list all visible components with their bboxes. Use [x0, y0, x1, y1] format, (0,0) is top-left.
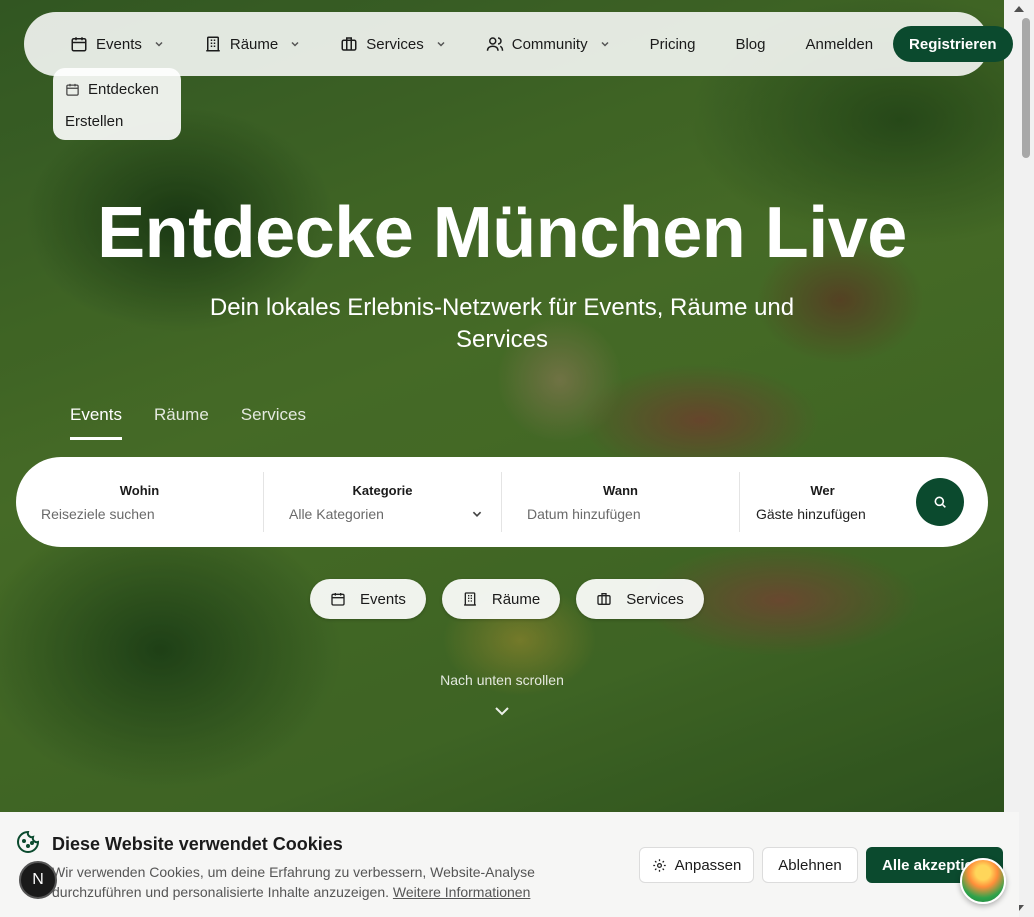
cookie-title: Diese Website verwendet Cookies — [52, 834, 343, 854]
dropdown-item-discover[interactable]: Entdecken — [65, 78, 169, 100]
assistant-avatar[interactable] — [960, 858, 1006, 904]
guests-input[interactable]: Gäste hinzufügen — [756, 506, 914, 522]
register-button[interactable]: Registrieren — [893, 26, 1013, 62]
chevron-down-icon — [291, 41, 299, 47]
gear-icon — [652, 858, 666, 872]
main-navbar: Events Räume Services Community Pricing … — [24, 12, 1013, 76]
when-field[interactable]: Wann Datum hinzufügen — [502, 472, 740, 532]
category-select[interactable]: Alle Kategorien — [289, 506, 501, 522]
category-value: Alle Kategorien — [289, 505, 384, 522]
nav-rooms[interactable]: Räume — [204, 35, 300, 53]
events-dropdown-menu: Entdecken Erstellen — [53, 68, 181, 140]
hero-subtitle: Dein lokales Erlebnis-Netzwerk für Event… — [209, 294, 795, 353]
more-info-link[interactable]: Weitere Informationen — [393, 884, 530, 900]
pill-events-label: Events — [360, 590, 406, 608]
pill-services-label: Services — [626, 590, 684, 608]
cookie-banner: Diese Website verwendet Cookies Wir verw… — [0, 812, 1019, 917]
search-button[interactable] — [916, 478, 964, 526]
category-pills: Events Räume Services — [310, 579, 704, 619]
chevron-down-icon — [601, 41, 609, 47]
nav-blog-link[interactable]: Blog — [735, 36, 765, 53]
calendar-icon — [331, 593, 345, 606]
dropdown-item-create[interactable]: Erstellen — [65, 110, 169, 132]
category-label: Kategorie — [352, 482, 413, 498]
nav-community[interactable]: Community — [486, 35, 610, 53]
who-label: Wer — [810, 482, 835, 498]
date-input[interactable]: Datum hinzufügen — [527, 506, 739, 522]
n-badge[interactable]: N — [19, 861, 57, 899]
dropdown-item-create-label: Erstellen — [65, 112, 124, 130]
briefcase-icon — [597, 593, 611, 605]
category-field[interactable]: Kategorie Alle Kategorien — [264, 472, 502, 532]
scroll-down-hint[interactable]: Nach unten scrollen — [0, 672, 1004, 688]
pill-rooms[interactable]: Räume — [441, 579, 561, 619]
chevron-down-icon — [155, 41, 163, 47]
chevron-down-icon[interactable] — [494, 704, 510, 718]
where-field[interactable]: Wohin Reiseziele suchen — [16, 472, 264, 532]
scroll-up-arrow[interactable] — [1014, 6, 1024, 12]
login-link[interactable]: Anmelden — [806, 36, 874, 53]
nav-events[interactable]: Events — [70, 35, 164, 53]
nav-pricing-link[interactable]: Pricing — [650, 36, 696, 53]
building-icon — [463, 592, 476, 606]
who-field[interactable]: Wer Gäste hinzufügen — [740, 472, 914, 532]
dropdown-item-discover-label: Entdecken — [88, 80, 159, 98]
search-bar: Wohin Reiseziele suchen Kategorie Alle K… — [16, 457, 988, 547]
tab-events[interactable]: Events — [70, 405, 122, 440]
scrollbar-thumb[interactable] — [1022, 18, 1030, 158]
nav-community-label: Community — [511, 35, 588, 53]
nav-services[interactable]: Services — [340, 35, 446, 53]
briefcase-icon — [341, 37, 357, 51]
decline-button[interactable]: Ablehnen — [762, 847, 858, 883]
chevron-down-icon — [472, 511, 482, 517]
cookie-icon — [17, 830, 40, 853]
page-scrollbar[interactable] — [1004, 0, 1034, 917]
cookie-text: Wir verwenden Cookies, um deine Erfahrun… — [52, 862, 572, 902]
customize-button[interactable]: Anpassen — [639, 847, 754, 883]
users-icon — [486, 37, 503, 51]
search-tabs: Events Räume Services — [70, 405, 306, 440]
pill-rooms-label: Räume — [491, 590, 541, 608]
chevron-down-icon — [437, 41, 445, 47]
building-icon — [206, 36, 220, 52]
calendar-icon — [71, 37, 87, 52]
where-label: Wohin — [119, 482, 160, 498]
tab-services[interactable]: Services — [241, 405, 306, 440]
when-label: Wann — [603, 482, 638, 498]
pill-events[interactable]: Events — [310, 579, 426, 619]
where-input[interactable]: Reiseziele suchen — [41, 506, 263, 522]
customize-label: Anpassen — [674, 856, 742, 874]
calendar-icon — [66, 83, 79, 96]
nav-events-label: Events — [96, 35, 142, 53]
nav-services-label: Services — [366, 35, 424, 53]
hero-title: Entdecke München Live — [97, 193, 907, 273]
tab-rooms[interactable]: Räume — [154, 405, 209, 440]
search-icon — [934, 496, 946, 508]
pill-services[interactable]: Services — [576, 579, 704, 619]
nav-rooms-label: Räume — [229, 35, 279, 53]
